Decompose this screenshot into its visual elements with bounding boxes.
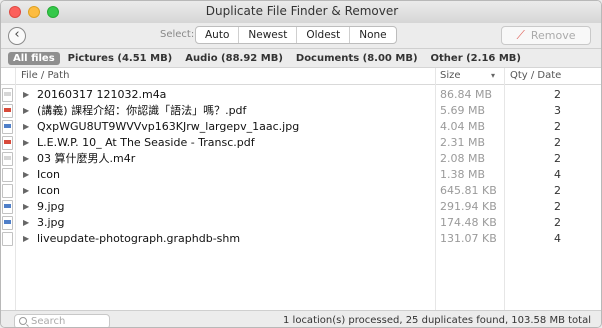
blank-file-icon <box>2 168 13 182</box>
file-size: 2.08 MB <box>440 152 486 165</box>
audio-file-icon <box>2 152 13 166</box>
pdf-file-icon <box>2 136 13 150</box>
filter-other[interactable]: Other (2.16 MB) <box>426 52 526 65</box>
title-bar: Duplicate File Finder & Remover <box>1 1 601 23</box>
select-auto-button[interactable]: Auto <box>196 27 240 43</box>
search-placeholder: Search <box>31 316 66 327</box>
sort-descending-icon: ▾ <box>491 71 496 80</box>
duplicates-table: File / Path Size ▾ Qty / Date ▶ 20160317… <box>1 67 601 311</box>
select-none-button[interactable]: None <box>350 27 395 43</box>
status-summary: 1 location(s) processed, 25 duplicates f… <box>283 315 591 326</box>
duplicate-count: 2 <box>554 184 561 197</box>
file-size: 4.04 MB <box>440 120 486 133</box>
duplicate-count: 2 <box>554 120 561 133</box>
remove-button[interactable]: ⟋ Remove <box>501 26 591 45</box>
zoom-window-button[interactable] <box>47 6 59 18</box>
table-row[interactable]: ▶ QxpWGU8UT9WVVvp163KJrw_largepv_1aac.jp… <box>1 119 601 135</box>
audio-file-icon <box>2 88 13 102</box>
duplicate-count: 3 <box>554 104 561 117</box>
select-newest-button[interactable]: Newest <box>239 27 298 43</box>
disclosure-triangle-icon[interactable]: ▶ <box>23 103 29 119</box>
category-filter-bar: All files Pictures (4.51 MB) Audio (88.9… <box>1 49 601 67</box>
disclosure-triangle-icon[interactable]: ▶ <box>23 167 29 183</box>
select-segmented-control: Auto Newest Oldest None <box>195 26 397 44</box>
table-row[interactable]: ▶ Icon 645.81 KB 2 <box>1 183 601 199</box>
status-bar: Search 1 location(s) processed, 25 dupli… <box>1 310 601 327</box>
file-size: 1.38 MB <box>440 168 486 181</box>
column-header-path[interactable]: File / Path <box>21 68 69 85</box>
file-size: 131.07 KB <box>440 232 497 245</box>
duplicate-count: 2 <box>554 200 561 213</box>
file-name: (講義) 課程介紹：你認識「語法」嗎？.pdf <box>37 104 247 117</box>
file-size: 645.81 KB <box>440 184 497 197</box>
duplicate-count: 2 <box>554 216 561 229</box>
minimize-window-button[interactable] <box>28 6 40 18</box>
pdf-file-icon <box>2 104 13 118</box>
file-name: 9.jpg <box>37 200 65 213</box>
app-window: Duplicate File Finder & Remover ‹ Select… <box>0 0 602 328</box>
column-header-size[interactable]: Size <box>440 68 461 85</box>
filter-documents[interactable]: Documents (8.00 MB) <box>291 52 423 65</box>
table-row[interactable]: ▶ liveupdate-photograph.graphdb-shm 131.… <box>1 231 601 247</box>
file-size: 5.69 MB <box>440 104 486 117</box>
filter-audio[interactable]: Audio (88.92 MB) <box>180 52 288 65</box>
file-size: 291.94 KB <box>440 200 497 213</box>
disclosure-triangle-icon[interactable]: ▶ <box>23 135 29 151</box>
duplicate-count: 2 <box>554 136 561 149</box>
table-row[interactable]: ▶ 9.jpg 291.94 KB 2 <box>1 199 601 215</box>
table-row[interactable]: ▶ 03 算什麼男人.m4r 2.08 MB 2 <box>1 151 601 167</box>
broom-icon: ⟋ <box>516 28 525 42</box>
disclosure-triangle-icon[interactable]: ▶ <box>23 215 29 231</box>
filter-all-files[interactable]: All files <box>8 51 60 65</box>
file-name: L.E.W.P. 10_ At The Seaside - Transc.pdf <box>37 136 255 149</box>
file-name: liveupdate-photograph.graphdb-shm <box>37 232 241 245</box>
search-field[interactable]: Search <box>14 314 110 327</box>
disclosure-triangle-icon[interactable]: ▶ <box>23 199 29 215</box>
duplicate-count: 4 <box>554 168 561 181</box>
file-size: 2.31 MB <box>440 136 486 149</box>
image-file-icon <box>2 120 13 134</box>
chevron-left-icon: ‹ <box>14 27 20 42</box>
file-name: QxpWGU8UT9WVVvp163KJrw_largepv_1aac.jpg <box>37 120 300 133</box>
disclosure-triangle-icon[interactable]: ▶ <box>23 151 29 167</box>
duplicate-count: 2 <box>554 152 561 165</box>
table-row[interactable]: ▶ 20160317 121032.m4a 86.84 MB 2 <box>1 87 601 103</box>
remove-button-label: Remove <box>530 29 576 42</box>
window-title: Duplicate File Finder & Remover <box>205 4 399 18</box>
blank-file-icon <box>2 184 13 198</box>
file-name: 3.jpg <box>37 216 65 229</box>
file-name: 03 算什麼男人.m4r <box>37 152 136 165</box>
file-name: Icon <box>37 184 60 197</box>
select-label: Select: <box>160 29 195 40</box>
table-row[interactable]: ▶ L.E.W.P. 10_ At The Seaside - Transc.p… <box>1 135 601 151</box>
file-size: 86.84 MB <box>440 88 493 101</box>
image-file-icon <box>2 216 13 230</box>
file-name: Icon <box>37 168 60 181</box>
blank-file-icon <box>2 232 13 246</box>
disclosure-triangle-icon[interactable]: ▶ <box>23 231 29 247</box>
column-header-qty-date[interactable]: Qty / Date <box>510 68 561 85</box>
select-oldest-button[interactable]: Oldest <box>297 27 351 43</box>
disclosure-triangle-icon[interactable]: ▶ <box>23 87 29 103</box>
file-name: 20160317 121032.m4a <box>37 88 167 101</box>
file-size: 174.48 KB <box>440 216 497 229</box>
filter-pictures[interactable]: Pictures (4.51 MB) <box>63 52 178 65</box>
disclosure-triangle-icon[interactable]: ▶ <box>23 119 29 135</box>
table-row[interactable]: ▶ 3.jpg 174.48 KB 2 <box>1 215 601 231</box>
image-file-icon <box>2 200 13 214</box>
duplicate-count: 2 <box>554 88 561 101</box>
back-button[interactable]: ‹ <box>8 27 26 45</box>
table-header: File / Path Size ▾ Qty / Date <box>1 68 601 85</box>
toolbar: ‹ Select: Auto Newest Oldest None ⟋ Remov… <box>1 23 601 49</box>
table-row[interactable]: ▶ (講義) 課程介紹：你認識「語法」嗎？.pdf 5.69 MB 3 <box>1 103 601 119</box>
disclosure-triangle-icon[interactable]: ▶ <box>23 183 29 199</box>
search-icon <box>19 317 27 325</box>
table-row[interactable]: ▶ Icon 1.38 MB 4 <box>1 167 601 183</box>
duplicate-count: 4 <box>554 232 561 245</box>
close-window-button[interactable] <box>9 6 21 18</box>
